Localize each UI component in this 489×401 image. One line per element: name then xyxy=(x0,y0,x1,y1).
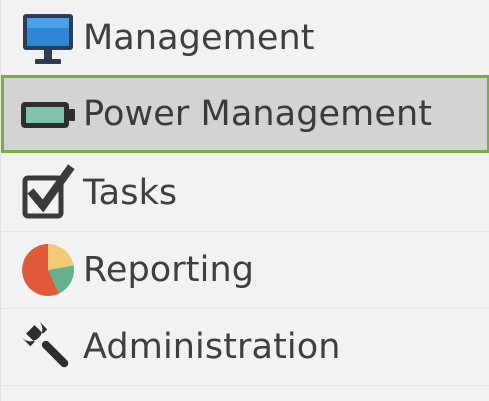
nav-item-label: Administration xyxy=(83,326,341,367)
nav-item-management[interactable]: Management xyxy=(1,0,489,77)
wrench-icon xyxy=(17,316,79,378)
battery-icon xyxy=(17,83,79,145)
nav-item-label: Reporting xyxy=(83,249,255,290)
navigation-menu: Management Power Management Tasks Report… xyxy=(0,0,489,401)
nav-item-administration[interactable]: Administration xyxy=(1,309,489,386)
nav-item-tasks[interactable]: Tasks xyxy=(1,155,489,232)
nav-item-label: Power Management xyxy=(83,93,433,134)
checkbox-icon xyxy=(17,162,79,224)
nav-item-reporting[interactable]: Reporting xyxy=(1,232,489,309)
nav-item-label: Management xyxy=(83,17,315,58)
nav-item-label: Tasks xyxy=(83,172,178,213)
nav-item-power-management[interactable]: Power Management xyxy=(1,75,489,153)
pie-chart-icon xyxy=(17,239,79,301)
monitor-icon xyxy=(17,7,79,69)
